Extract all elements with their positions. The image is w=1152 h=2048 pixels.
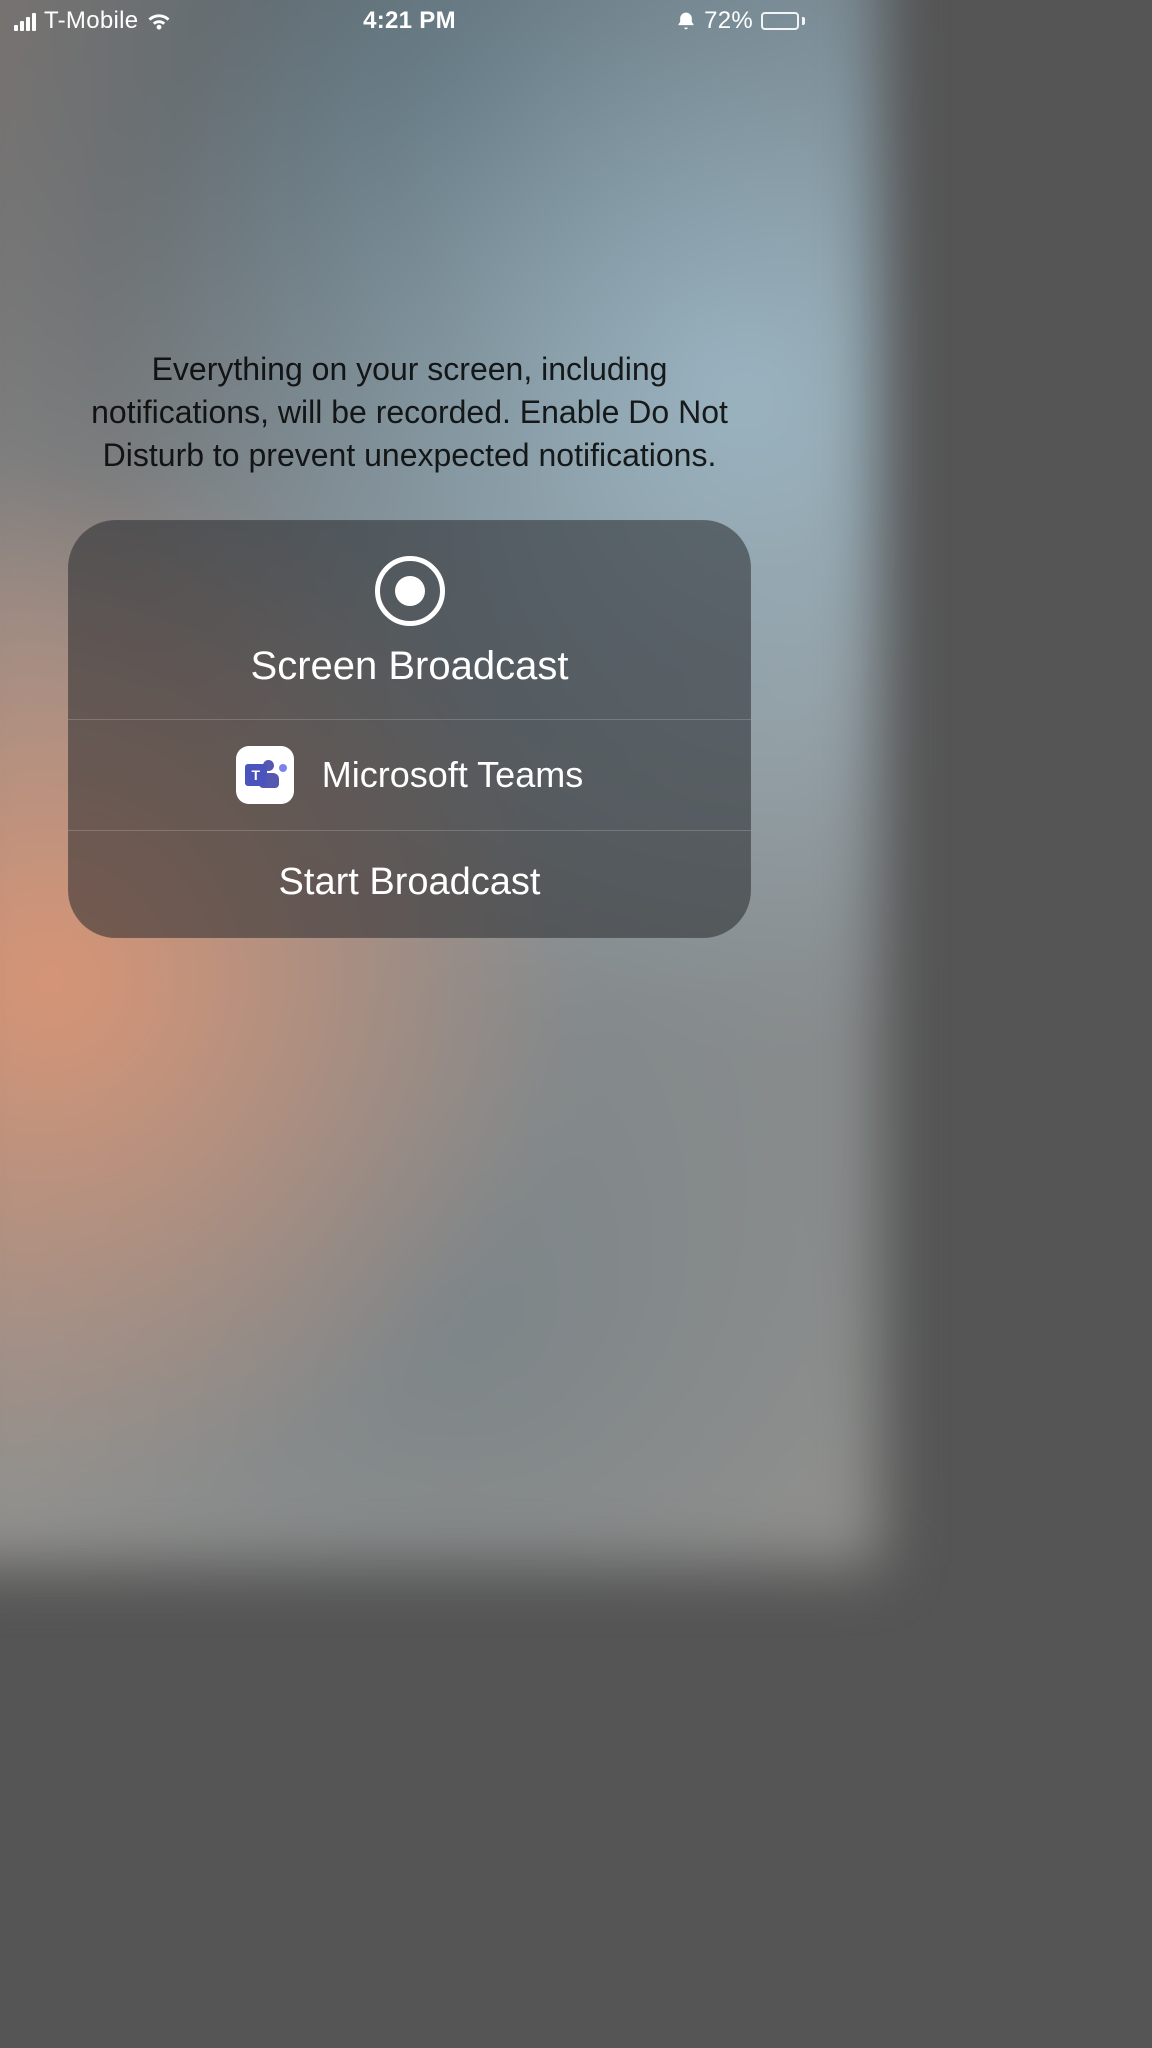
microsoft-teams-icon: T xyxy=(236,746,294,804)
start-broadcast-button[interactable]: Start Broadcast xyxy=(68,831,751,938)
start-broadcast-label: Start Broadcast xyxy=(279,861,541,904)
status-bar: T-Mobile 4:21 PM 72% xyxy=(0,0,819,42)
broadcast-app-row[interactable]: T Microsoft Teams xyxy=(68,720,751,830)
record-icon xyxy=(375,556,445,626)
broadcast-app-name: Microsoft Teams xyxy=(322,754,583,796)
status-right: 72% xyxy=(676,7,805,35)
wifi-icon xyxy=(146,11,172,31)
broadcast-warning-text: Everything on your screen, including not… xyxy=(0,348,819,478)
broadcast-panel: Screen Broadcast T Microsoft Teams Start… xyxy=(68,520,751,938)
broadcast-header: Screen Broadcast xyxy=(68,520,751,719)
battery-icon xyxy=(761,12,805,30)
cellular-signal-icon xyxy=(14,11,36,31)
battery-percent: 72% xyxy=(704,7,753,35)
teams-tile-letter: T xyxy=(245,764,267,786)
alarm-icon xyxy=(676,11,696,31)
carrier-name: T-Mobile xyxy=(44,7,138,35)
status-left: T-Mobile xyxy=(14,7,172,35)
broadcast-title: Screen Broadcast xyxy=(251,644,569,689)
